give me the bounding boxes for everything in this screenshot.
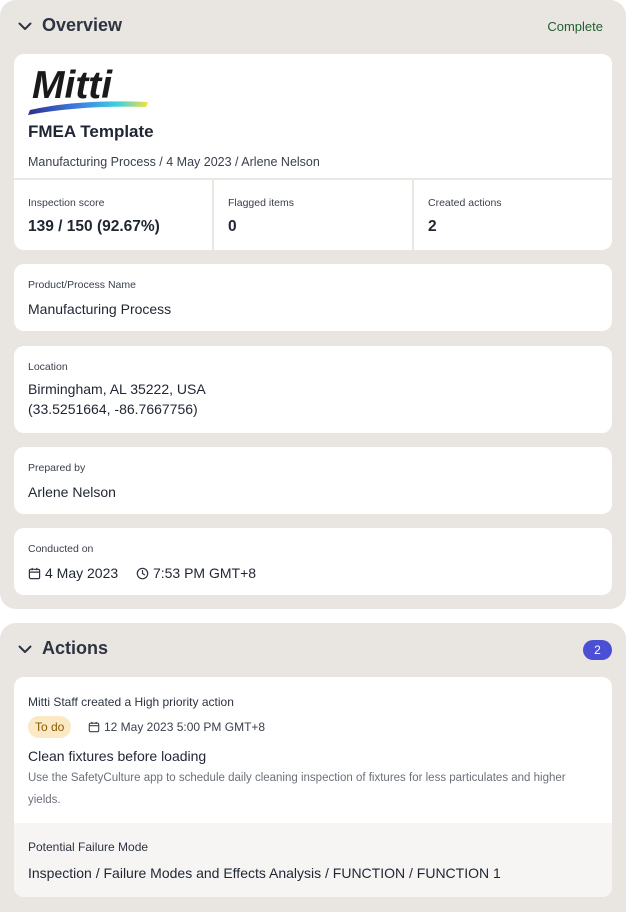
failure-mode-block: Potential Failure Mode Inspection / Fail… [14, 823, 612, 897]
action-due-date: 12 May 2023 5:00 PM GMT+8 [88, 720, 265, 734]
failure-mode-label: Potential Failure Mode [28, 840, 149, 854]
chevron-down-icon [18, 645, 32, 653]
conducted-time: 7:53 PM GMT+8 [152, 565, 257, 581]
summary-card: Mitti FMEA Template Manufacturing Proces… [14, 54, 612, 250]
prepared-by-card: Prepared by Arlene Nelson [14, 447, 612, 514]
product-field-card: Product/Process Name Manufacturing Proce… [14, 264, 612, 331]
overview-section: Overview Complete Mitti FMEA Template Ma… [0, 0, 626, 609]
calendar-icon [88, 721, 100, 733]
conducted-on-value: 4 May 2023 7:53 PM GMT+8 [28, 563, 256, 583]
prepared-by-value: Arlene Nelson [28, 484, 116, 500]
field-label: Location [28, 361, 68, 373]
stats-row: Inspection score 139 / 150 (92.67%) Flag… [14, 178, 612, 250]
field-label: Product/Process Name [28, 279, 136, 291]
stat-inspection-score[interactable]: Inspection score 139 / 150 (92.67%) [14, 180, 212, 250]
actions-count-badge: 2 [583, 640, 612, 660]
stat-value: 139 / 150 (92.67%) [28, 218, 160, 235]
stat-value: 0 [228, 218, 237, 235]
template-title: FMEA Template [28, 122, 154, 141]
failure-mode-value: Inspection / Failure Modes and Effects A… [28, 865, 501, 881]
conducted-date: 4 May 2023 [45, 565, 119, 581]
field-label: Conducted on [28, 543, 94, 555]
location-address: Birmingham, AL 35222, USA [28, 381, 206, 397]
field-label: Prepared by [28, 462, 86, 474]
chevron-down-icon [18, 22, 32, 30]
stat-flagged-items[interactable]: Flagged items 0 [212, 180, 412, 250]
location-value[interactable]: Birmingham, AL 35222, USA (33.5251664, -… [28, 379, 206, 419]
status-complete: Complete [547, 19, 603, 34]
mitti-logo: Mitti [28, 64, 148, 115]
overview-header[interactable]: Overview Complete [0, 0, 626, 52]
product-name-value: Manufacturing Process [28, 301, 172, 317]
stat-label: Inspection score [28, 197, 105, 209]
stat-value: 2 [428, 218, 437, 235]
due-date-text: 12 May 2023 5:00 PM GMT+8 [104, 720, 266, 734]
action-title: Clean fixtures before loading [28, 748, 207, 764]
clock-icon [136, 567, 149, 580]
actions-header[interactable]: Actions 2 [0, 623, 626, 675]
conducted-on-card: Conducted on 4 May 2023 7:53 PM GMT+8 [14, 528, 612, 595]
location-coordinates: (33.5251664, -86.7667756) [28, 401, 198, 417]
action-description: Use the SafetyCulture app to schedule da… [28, 772, 566, 806]
stat-label: Flagged items [228, 197, 294, 209]
action-intro: Mitti Staff created a High priority acti… [28, 695, 234, 709]
calendar-icon [28, 567, 41, 580]
location-field-card: Location Birmingham, AL 35222, USA (33.5… [14, 346, 612, 433]
stat-created-actions[interactable]: Created actions 2 [412, 180, 612, 250]
overview-title: Overview [42, 15, 123, 35]
actions-section: Actions 2 Mitti Staff created a High pri… [0, 623, 626, 912]
inspection-meta: Manufacturing Process / 4 May 2023 / Arl… [28, 155, 320, 169]
action-card[interactable]: Mitti Staff created a High priority acti… [14, 677, 612, 897]
stat-label: Created actions [428, 197, 502, 209]
status-badge[interactable]: To do [28, 716, 72, 738]
logo-text: Mitti [32, 64, 113, 107]
actions-title: Actions [42, 638, 109, 658]
